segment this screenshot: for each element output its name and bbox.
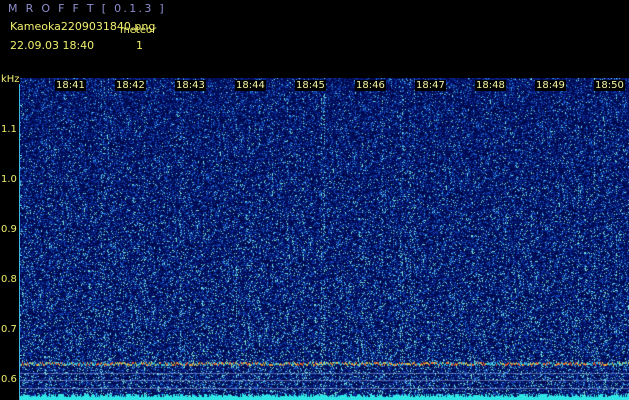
freq-tick: 1.0 [1,174,17,185]
time-tick: 18:49 [535,80,566,91]
time-tick: 18:46 [355,80,386,91]
meteor-label: meteor [120,25,157,36]
y-axis-line [19,84,20,400]
freq-tick: 0.9 [1,224,17,235]
time-tick: 18:41 [55,80,86,91]
datetime: 22.09.03 18:40 [10,39,95,52]
time-tick: 18:48 [475,80,506,91]
spectrogram-plot [20,78,629,400]
time-tick: 18:42 [115,80,146,91]
app-title: M R O F F T [ 0.1.3 ] [8,2,167,15]
freq-tick: 1.1 [1,124,17,135]
time-tick: 18:50 [594,80,625,91]
meteor-count: 1 [136,39,143,52]
y-axis-minor-tick [19,355,22,356]
time-tick: 18:47 [415,80,446,91]
spectrogram-canvas [20,78,629,400]
freq-tick: 0.8 [1,274,17,285]
freq-tick: 0.7 [1,324,17,335]
time-tick: 18:43 [175,80,206,91]
y-axis-minor-tick [19,255,22,256]
y-axis-minor-tick [19,305,22,306]
freq-unit-label: kHz [1,74,20,85]
y-axis-minor-tick [19,205,22,206]
freq-tick: 0.6 [1,374,17,385]
y-axis-minor-tick [19,155,22,156]
y-axis-minor-tick [19,105,22,106]
time-tick: 18:44 [235,80,266,91]
time-tick: 18:45 [295,80,326,91]
